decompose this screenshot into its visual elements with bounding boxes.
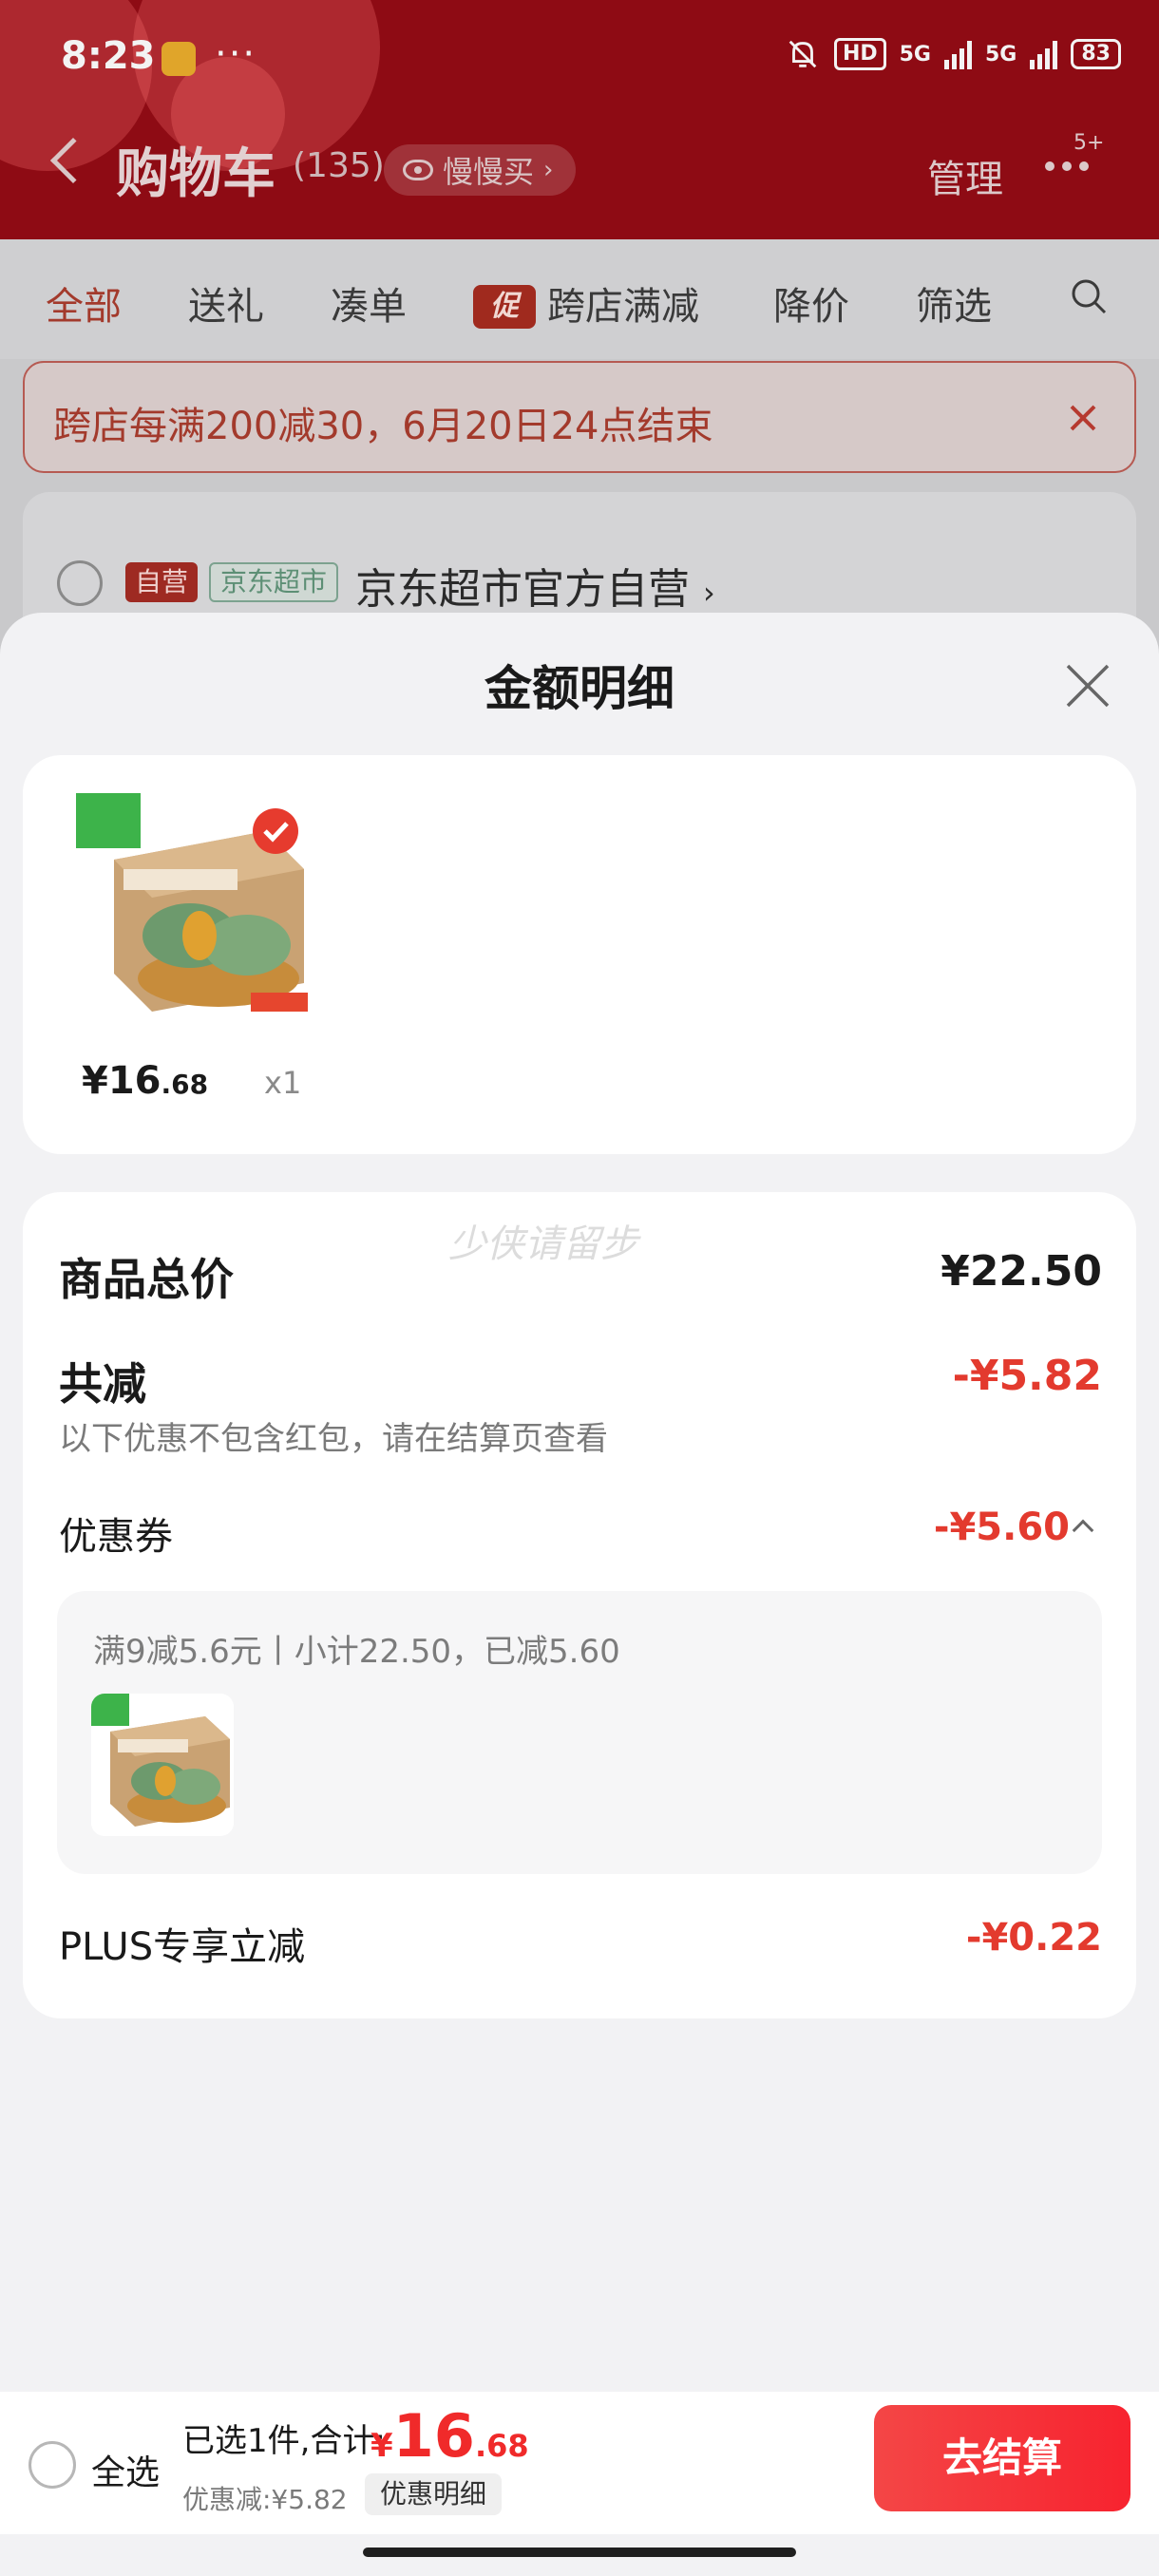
cart-navbar: 购物车 (135) 慢慢买 › 管理 5+ (0, 123, 1159, 218)
currency-symbol: ¥ (370, 2427, 393, 2465)
plus-discount-value: -¥0.22 (965, 1916, 1102, 1960)
selection-total: ¥16.68 (370, 2401, 529, 2471)
jd-supermarket-badge: 京东超市 (209, 562, 339, 602)
tab-gift[interactable]: 送礼 (188, 275, 264, 331)
total-int: 16 (392, 2401, 475, 2471)
plus-discount-label: PLUS专享立减 (59, 1925, 306, 1969)
price-breakdown-card: 少侠请留步 商品总价 ¥22.50 共减 -¥5.82 以下优惠不包含红包，请在… (23, 1192, 1136, 2018)
home-indicator[interactable] (363, 2548, 796, 2557)
item-price-int: ¥16 (82, 1059, 162, 1103)
checkout-button[interactable]: 去结算 (874, 2405, 1130, 2511)
status-bar: 8:23 ··· HD 5G 5G 83 (0, 0, 1159, 114)
search-icon[interactable] (1070, 277, 1108, 315)
slow-buy-button[interactable]: 慢慢买 › (384, 144, 577, 196)
filter-tabs: 全部 送礼 凑单 促跨店满减 降价 筛选 (0, 239, 1159, 359)
promo-banner-text: 跨店每满200减30，6月20日24点结束 (53, 405, 713, 448)
promo-tag-icon: 促 (473, 285, 536, 329)
status-time: 8:23 (61, 34, 156, 78)
tab-cross-store[interactable]: 促跨店满减 (473, 275, 699, 331)
back-arrow-icon[interactable] (49, 137, 97, 184)
self-operated-badge: 自营 (125, 562, 199, 602)
coupon-detail-box: 满9减5.6元丨小计22.50，已减5.60 (57, 1591, 1102, 1874)
tab-bundle[interactable]: 凑单 (331, 275, 407, 331)
message-badge: 5+ (1074, 131, 1105, 155)
notification-app-icon (162, 42, 196, 76)
checkout-bar: 全选 已选1件,合计: ¥16.68 优惠减:¥5.82 优惠明细 去结算 (0, 2392, 1159, 2534)
tab-price-drop[interactable]: 降价 (773, 275, 849, 331)
discount-detail-button[interactable]: 优惠明细 (365, 2473, 503, 2515)
item-quantity: x1 (264, 1065, 302, 1101)
slow-buy-label: 慢慢买 (443, 154, 535, 190)
manage-button[interactable]: 管理 (927, 148, 1003, 203)
tab-cross-store-label: 跨店满减 (547, 285, 699, 329)
selection-summary: 已选1件,合计: (182, 2422, 386, 2460)
discount-amount: 优惠减:¥5.82 (182, 2484, 348, 2515)
close-icon[interactable] (1066, 401, 1100, 435)
store-name[interactable]: 京东超市官方自营 › (355, 555, 715, 616)
item-price: ¥16.68 (82, 1059, 208, 1103)
status-indicators: HD 5G 5G 83 (785, 36, 1121, 72)
total-dec: .68 (474, 2428, 529, 2464)
watermark: 少侠请留步 (448, 1222, 638, 1266)
cart-page-background: 8:23 ··· HD 5G 5G 83 购物车 (135) 慢慢买 › 管理 (0, 0, 1159, 739)
coupon-label: 优惠券 (59, 1515, 173, 1559)
eye-icon (403, 160, 433, 180)
selected-items-card: ¥16.68 x1 (23, 755, 1136, 1154)
product-image[interactable] (76, 793, 323, 1021)
sheet-title: 金额明细 (484, 661, 674, 716)
total-reduction-value: -¥5.82 (952, 1352, 1102, 1400)
chevron-right-icon: › (543, 156, 554, 184)
status-more-dots: ··· (215, 32, 257, 76)
signal-icon (1030, 39, 1058, 69)
coupon-product-image (91, 1694, 234, 1836)
signal-icon (944, 39, 972, 69)
chevron-right-icon: › (703, 575, 715, 611)
store-name-label: 京东超市官方自营 (355, 565, 690, 614)
amount-detail-sheet: 金额明细 ¥16.68 x1 少侠请留步 商品总价 ¥22.50 共减 -¥5.… (0, 613, 1159, 2576)
store-select-radio[interactable] (57, 560, 103, 606)
tab-filter[interactable]: 筛选 (916, 275, 992, 331)
bell-off-icon (788, 40, 817, 68)
network-type-2: 5G (985, 42, 1017, 66)
tab-all[interactable]: 全部 (46, 275, 122, 331)
promo-banner: 跨店每满200减30，6月20日24点结束 (23, 361, 1136, 473)
select-all-radio[interactable] (28, 2441, 76, 2489)
hd-voice-icon: HD (833, 38, 886, 70)
cart-count: (135) (293, 146, 385, 185)
more-menu-icon[interactable] (1045, 161, 1089, 171)
item-price-dec: .68 (161, 1069, 209, 1100)
chevron-up-icon[interactable] (1072, 1519, 1094, 1542)
coupon-value[interactable]: -¥5.60 (934, 1506, 1070, 1549)
select-all-label[interactable]: 全选 (91, 2445, 160, 2494)
page-title: 购物车 (116, 143, 276, 205)
network-type-1: 5G (899, 42, 931, 66)
total-price-value: ¥22.50 (940, 1247, 1102, 1296)
total-price-label: 商品总价 (59, 1254, 234, 1305)
coupon-description: 满9减5.6元丨小计22.50，已减5.60 (93, 1633, 620, 1671)
total-reduction-label: 共减 (59, 1358, 146, 1410)
battery-icon: 83 (1071, 39, 1121, 69)
close-icon[interactable] (1064, 662, 1112, 710)
reduction-note: 以下优惠不包含红包，请在结算页查看 (59, 1420, 608, 1458)
